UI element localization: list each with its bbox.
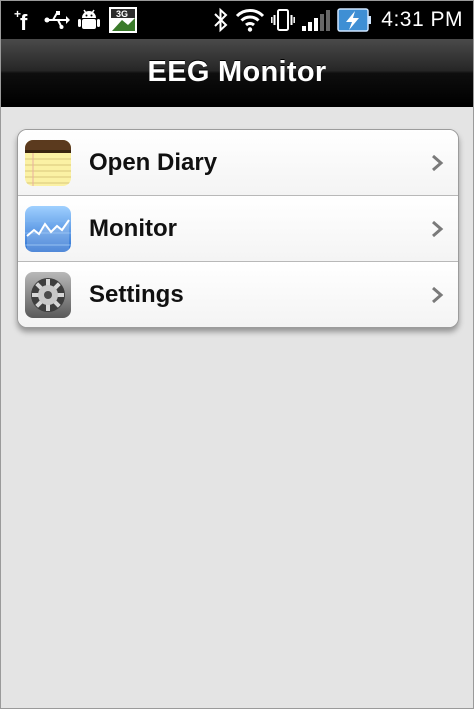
android-debug-icon	[77, 7, 101, 33]
svg-text:f: f	[20, 10, 28, 33]
menu-item-settings[interactable]: Settings	[18, 262, 458, 327]
menu-item-label: Settings	[89, 280, 184, 308]
facebook-notification-icon: + f	[11, 7, 37, 33]
settings-gear-icon	[25, 271, 71, 318]
status-time: 4:31 PM	[381, 8, 463, 31]
app-screen: + f 3G 4:31 PM EEG Monitor Open Diary Mo…	[0, 0, 474, 709]
chevron-right-icon	[430, 285, 444, 305]
title-bar: EEG Monitor	[1, 39, 473, 107]
vibrate-icon	[271, 7, 296, 33]
status-bar: + f 3G 4:31 PM	[1, 1, 473, 39]
menu-item-open-diary[interactable]: Open Diary	[18, 130, 458, 196]
main-menu: Open Diary Monitor Settings	[17, 129, 459, 328]
page-title: EEG Monitor	[147, 55, 327, 88]
bluetooth-icon	[213, 7, 229, 33]
menu-item-label: Monitor	[89, 214, 177, 242]
wifi-icon	[235, 7, 265, 33]
status-bar-notifications: + f 3G	[1, 6, 138, 34]
menu-item-monitor[interactable]: Monitor	[18, 196, 458, 262]
chevron-right-icon	[430, 219, 444, 239]
status-bar-system: 4:31 PM	[213, 1, 463, 39]
notepad-icon	[25, 139, 71, 186]
battery-charging-icon	[337, 7, 372, 33]
3g-label: 3G	[116, 9, 128, 19]
chevron-right-icon	[430, 153, 444, 173]
usb-icon	[44, 9, 70, 31]
signal-icon	[301, 8, 331, 32]
3g-data-icon: 3G	[108, 6, 138, 34]
menu-item-label: Open Diary	[89, 148, 218, 176]
chart-icon	[25, 205, 71, 252]
